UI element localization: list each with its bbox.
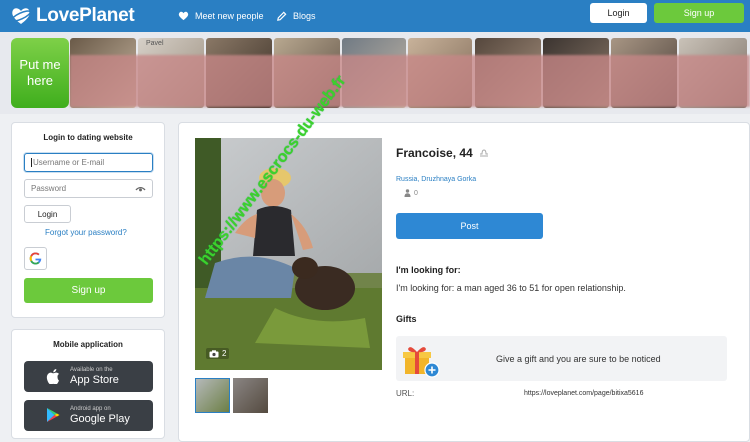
app-store-button[interactable]: Available on the App Store [24, 361, 153, 392]
nav-blogs-label: Blogs [293, 11, 316, 21]
looking-for-text: I'm looking for: a man aged 36 to 51 for… [396, 283, 626, 293]
gifts-heading: Gifts [396, 314, 417, 324]
mobile-panel-title: Mobile application [53, 340, 123, 349]
google-icon [29, 252, 42, 265]
top-navigation-bar: LovePlanet Meet new people Blogs Login S… [0, 0, 750, 32]
brand-logo[interactable]: LovePlanet [10, 5, 135, 27]
nav-meet-new-people[interactable]: Meet new people [178, 6, 264, 26]
looking-for-heading: I'm looking for: [396, 265, 461, 275]
app-store-sub: Available on the [70, 367, 113, 373]
google-play-label: Google Play [70, 413, 130, 425]
heart-icon [178, 11, 189, 21]
eye-icon[interactable] [135, 185, 146, 193]
google-login-button[interactable] [24, 247, 47, 270]
apple-icon [46, 369, 59, 384]
gifts-prompt-text: Give a gift and you are sure to be notic… [496, 354, 661, 364]
nav-meet-label: Meet new people [195, 11, 264, 21]
photo-content [195, 138, 382, 370]
google-play-button[interactable]: Android app on Google Play [24, 400, 153, 431]
password-input[interactable]: Password [24, 179, 153, 198]
featured-name: Pavel [146, 40, 164, 47]
put-me-here-button[interactable]: Put me here [11, 38, 69, 108]
heart-planet-icon [11, 8, 31, 24]
photo-count: 2 [222, 349, 227, 358]
username-placeholder: Username or E-mail [33, 158, 105, 167]
brand-name: LovePlanet [36, 5, 135, 26]
login-button[interactable]: Login [24, 205, 71, 223]
login-panel-title: Login to dating website [43, 133, 133, 142]
google-play-icon [47, 408, 60, 422]
username-input[interactable]: Username or E-mail [24, 153, 153, 172]
profile-location[interactable]: Russia, Druzhnaya Gorka [396, 176, 476, 183]
followers-count: 0 [404, 189, 418, 197]
signup-button[interactable]: Sign up [24, 278, 153, 303]
user-icon [404, 189, 411, 197]
forgot-password-link[interactable]: Forgot your password? [45, 228, 127, 237]
main-profile-photo[interactable]: 2 [195, 138, 382, 370]
header-signup-button[interactable]: Sign up [654, 3, 744, 23]
app-store-label: App Store [70, 374, 119, 386]
profile-url[interactable]: https://loveplanet.com/page/bitixa5616 [524, 390, 643, 397]
text-cursor [31, 158, 32, 167]
password-placeholder: Password [31, 184, 67, 193]
redaction-overlay [70, 55, 750, 107]
camera-icon [209, 349, 219, 357]
post-button[interactable]: Post [396, 213, 543, 239]
gift-icon[interactable] [402, 343, 440, 379]
photo-thumbnail-2[interactable] [233, 378, 268, 413]
photo-thumbnail-1[interactable] [195, 378, 230, 413]
zodiac-libra-icon [480, 149, 489, 157]
google-play-sub: Android app on [70, 406, 111, 412]
nav-blogs[interactable]: Blogs [276, 6, 316, 26]
profile-name-age: Francoise, 44 [396, 146, 489, 160]
header-login-button[interactable]: Login [590, 3, 647, 23]
url-label: URL: [396, 389, 415, 398]
photo-counter: 2 [206, 348, 230, 359]
pencil-icon [277, 11, 287, 21]
